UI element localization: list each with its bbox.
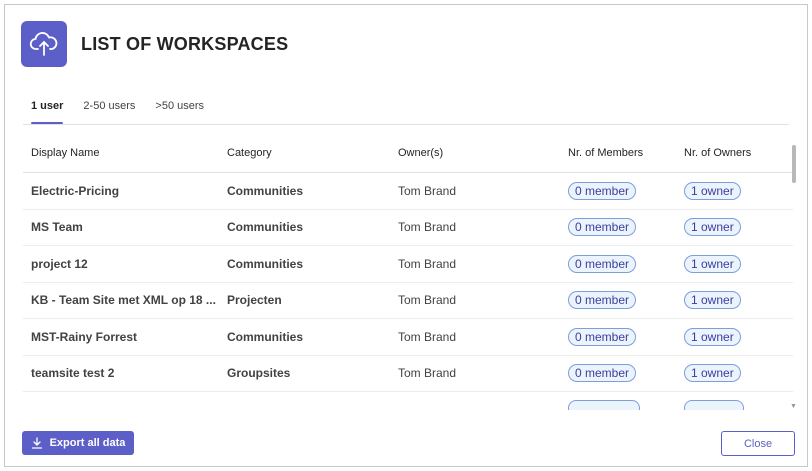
category-cell: Projecten [227, 293, 282, 308]
scroll-thumb[interactable] [792, 145, 796, 183]
members-badge-partial [568, 400, 640, 410]
members-badge[interactable]: 0 member [568, 254, 637, 273]
display-name-cell: MS Team [31, 220, 83, 235]
download-icon [31, 437, 42, 449]
display-name-cell: KB - Team Site met XML op 18 ... [31, 293, 216, 308]
table-row[interactable]: Electric-Pricing Communities Tom Brand 0… [23, 173, 793, 210]
owners-badge[interactable]: 1 owner [684, 181, 741, 200]
tab-2-50-users[interactable]: 2-50 users [83, 97, 135, 124]
dialog-header: LIST OF WORKSPACES [21, 21, 288, 67]
owners-badge-partial [684, 400, 744, 410]
members-badge[interactable]: 0 member [568, 218, 637, 237]
column-header-members[interactable]: Nr. of Members [568, 147, 678, 159]
owner-cell: Tom Brand [398, 256, 457, 271]
members-badge[interactable]: 0 member [568, 327, 637, 346]
column-header-owners[interactable]: Owner(s) [398, 147, 563, 159]
table-row[interactable]: teamsite test 2 Groupsites Tom Brand 0 m… [23, 356, 793, 392]
cloud-upload-icon [21, 21, 67, 67]
members-badge[interactable]: 0 member [568, 181, 637, 200]
table-row[interactable]: KB - Team Site met XML op 18 ... Project… [23, 283, 793, 319]
workspaces-table: Display Name Category Owner(s) Nr. of Me… [23, 133, 793, 410]
category-cell: Communities [227, 329, 304, 344]
column-header-nr-owners[interactable]: Nr. of Owners [684, 147, 784, 159]
scroll-down-arrow-icon[interactable]: ▼ [790, 403, 797, 410]
owner-cell: Tom Brand [398, 220, 457, 235]
tab-bar: 1 user 2-50 users >50 users [23, 97, 789, 125]
owner-cell: Tom Brand [398, 183, 457, 198]
owner-cell: Tom Brand [398, 293, 457, 308]
category-cell: Communities [227, 183, 304, 198]
owners-badge[interactable]: 1 owner [684, 327, 741, 346]
display-name-cell: project 12 [31, 256, 88, 271]
table-scrollbar[interactable]: ▼ [789, 133, 799, 410]
column-header-category[interactable]: Category [227, 147, 392, 159]
display-name-cell: Electric-Pricing [31, 183, 120, 198]
owner-cell: Tom Brand [398, 366, 457, 381]
owners-badge[interactable]: 1 owner [684, 218, 741, 237]
category-cell: Communities [227, 220, 304, 235]
export-button-label: Export all data [49, 437, 126, 449]
display-name-cell: MST-Rainy Forrest [31, 329, 138, 344]
table-row[interactable]: MS Team Communities Tom Brand 0 member 1… [23, 210, 793, 246]
display-name-cell: teamsite test 2 [31, 366, 115, 381]
tab-50-plus-users[interactable]: >50 users [155, 97, 204, 124]
owner-cell: Tom Brand [398, 329, 457, 344]
members-badge[interactable]: 0 member [568, 291, 637, 310]
export-all-data-button[interactable]: Export all data [22, 431, 134, 455]
category-cell: Communities [227, 256, 304, 271]
table-row[interactable]: MST-Rainy Forrest Communities Tom Brand … [23, 319, 793, 356]
owners-badge[interactable]: 1 owner [684, 364, 741, 383]
category-cell: Groupsites [227, 366, 291, 381]
table-row-partial[interactable] [23, 392, 793, 410]
tab-1-user[interactable]: 1 user [31, 97, 64, 124]
page-title: LIST OF WORKSPACES [81, 33, 289, 54]
table-header: Display Name Category Owner(s) Nr. of Me… [23, 133, 793, 173]
members-badge[interactable]: 0 member [568, 364, 637, 383]
owners-badge[interactable]: 1 owner [684, 291, 741, 310]
column-header-display-name[interactable]: Display Name [31, 147, 221, 159]
close-button[interactable]: Close [721, 431, 795, 456]
workspaces-dialog: LIST OF WORKSPACES 1 user 2-50 users >50… [4, 4, 808, 467]
owners-badge[interactable]: 1 owner [684, 254, 741, 273]
table-row[interactable]: project 12 Communities Tom Brand 0 membe… [23, 246, 793, 283]
